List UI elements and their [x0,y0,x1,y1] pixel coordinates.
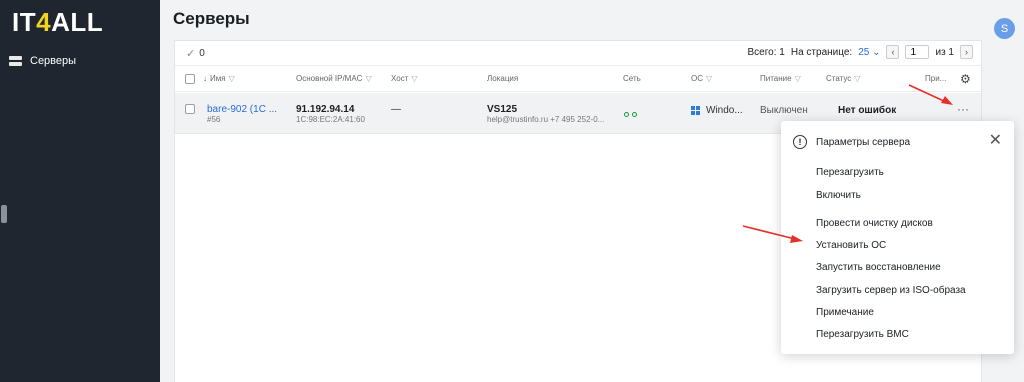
per-page-select[interactable]: 25 ⌄ [858,47,880,58]
server-name-link[interactable]: bare-902 (1С ... [207,104,277,115]
column-network: Сеть [623,74,641,83]
sidebar: IT 4 ALL Серверы [0,0,160,382]
server-icon [9,55,22,67]
filter-icon[interactable]: ▽ [706,74,712,83]
column-power[interactable]: Питание ▽ [760,74,801,83]
sort-icon: ↓ [203,74,207,83]
server-ip: 91.192.94.14 [296,104,355,115]
page-number-input[interactable] [905,45,930,59]
server-actions-menu: ! Параметры сервера ✕ Перезагрузить Вклю… [781,121,1014,354]
menu-item-reboot-bmc[interactable]: Перезагрузить BMC [816,329,909,340]
network-port-icon [632,112,637,117]
table-toolbar: ✓ 0 Всего: 1 На странице: 25 ⌄ ‹ из 1 › [175,41,981,66]
close-icon[interactable]: ✕ [989,130,1002,150]
info-icon: ! [793,135,807,149]
column-host[interactable]: Хост ▽ [391,74,418,83]
server-mac: 1C:98:EC:2A:41:60 [296,115,365,124]
page-total: из 1 [935,46,954,58]
menu-title: Параметры сервера [816,136,911,148]
column-os[interactable]: ОС ▽ [691,74,712,83]
avatar[interactable]: S [994,18,1015,39]
column-status[interactable]: Статус ▽ [826,74,860,83]
filter-icon[interactable]: ▽ [854,74,860,83]
check-icon: ✓ [186,48,196,60]
sidebar-item-label: Серверы [30,55,77,67]
sidebar-item-servers[interactable]: Серверы [0,50,160,72]
row-actions-button[interactable]: ··· [957,102,969,116]
select-all-checkbox[interactable] [185,74,195,84]
filter-icon[interactable]: ▽ [411,74,417,83]
server-location-contact: help@trustinfo.ru +7 495 252-0... [487,115,605,124]
menu-item-boot-iso[interactable]: Загрузить сервер из ISO-образа [816,285,966,296]
menu-item-recovery[interactable]: Запустить восстановление [816,262,941,273]
filter-icon[interactable]: ▽ [795,74,801,83]
menu-item-note[interactable]: Примечание [816,307,874,318]
column-ip[interactable]: Основной IP/MAC ▽ [296,74,372,83]
pagination: Всего: 1 На странице: 25 ⌄ ‹ из 1 › [748,45,973,59]
menu-item-reboot[interactable]: Перезагрузить [816,167,884,178]
filter-icon[interactable]: ▽ [229,74,235,83]
row-checkbox[interactable] [185,104,195,114]
server-os: Windo... [691,105,743,116]
server-location: VS125 [487,104,518,115]
prev-page-button[interactable]: ‹ [886,45,900,59]
next-page-button[interactable]: › [960,45,973,59]
server-host: — [391,104,401,115]
table-header: ↓ Имя ▽ Основной IP/MAC ▽ Хост ▽ Локация Се… [175,66,981,92]
filter-icon[interactable]: ▽ [365,74,371,83]
page-title: Серверы [173,9,250,28]
windows-icon [691,105,700,115]
total-count: Всего: 1 [747,46,785,58]
selected-count: ✓ 0 [186,48,205,60]
menu-item-install-os[interactable]: Установить ОС [816,240,886,251]
server-id: #56 [207,115,221,124]
column-name[interactable]: ↓ Имя ▽ [203,74,235,83]
column-note: При... [925,74,947,83]
server-power: Выключен [760,105,808,116]
server-status: Нет ошибок [838,105,897,116]
gear-icon[interactable]: ⚙ [960,72,971,86]
network-status [624,104,640,122]
network-port-icon [624,112,629,117]
per-page-label: На странице: [790,46,853,58]
it4all-logo[interactable]: IT 4 ALL [12,7,103,37]
chevron-down-icon: ⌄ [872,46,881,58]
menu-item-wipe-disks[interactable]: Провести очистку дисков [816,218,933,229]
menu-header: ! Параметры сервера [793,135,910,149]
menu-item-power-on[interactable]: Включить [816,190,861,201]
sidebar-collapse-handle[interactable] [1,205,7,223]
column-location: Локация [487,74,519,83]
